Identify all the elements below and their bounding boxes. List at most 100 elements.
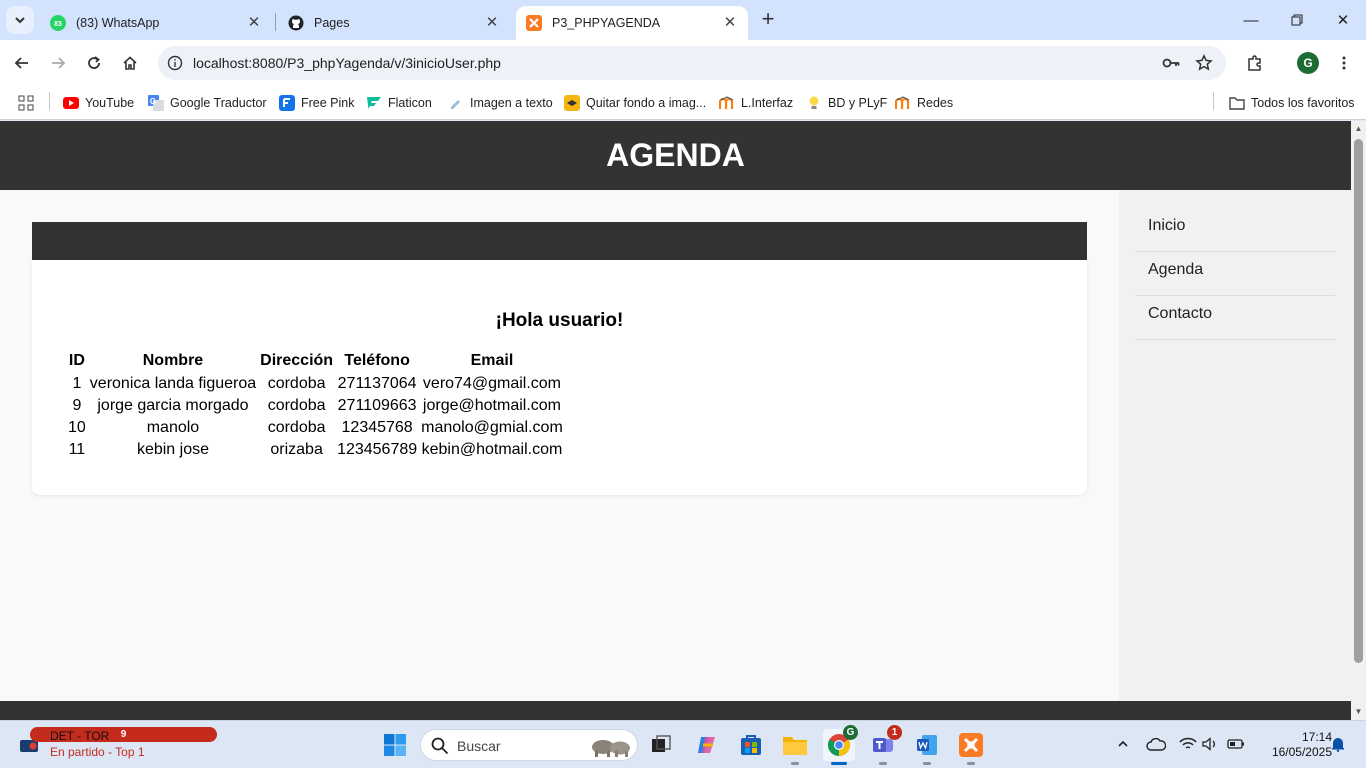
bookmark-label: BD y PLyF xyxy=(828,96,888,110)
notifications-button[interactable] xyxy=(1327,733,1349,755)
clock-date: 16/05/2025 xyxy=(1271,745,1332,759)
cell-telefono: 12345768 xyxy=(341,419,413,436)
microsoft-store-button[interactable] xyxy=(735,729,767,761)
password-key-icon[interactable] xyxy=(1161,53,1181,73)
page-scrollbar[interactable]: ▲ ▼ xyxy=(1351,121,1366,720)
start-button[interactable] xyxy=(379,729,411,761)
tab-whatsapp[interactable]: 83 (83) WhatsApp ✕ xyxy=(40,6,272,40)
teams-button[interactable]: 1 xyxy=(867,725,902,765)
bookmark-quitar-fondo[interactable]: Quitar fondo a imag... xyxy=(564,92,706,114)
bookmark-label: Flaticon xyxy=(388,96,432,110)
tab-pages[interactable]: Pages ✕ xyxy=(278,6,510,40)
extensions-button[interactable] xyxy=(1241,49,1269,77)
scroll-down-arrow-icon[interactable]: ▼ xyxy=(1354,707,1363,717)
bookmark-bd-y-plyf[interactable]: BD y PLyF xyxy=(806,92,887,114)
puzzle-icon xyxy=(1248,55,1261,71)
sidebar-item-inicio[interactable]: Inicio xyxy=(1135,207,1335,252)
forward-button[interactable] xyxy=(44,49,72,77)
tab-title: (83) WhatsApp xyxy=(76,16,160,30)
arrow-left-icon xyxy=(14,57,28,69)
cell-email: vero74@gmail.com xyxy=(422,375,561,392)
bookmark-l-interfaz[interactable]: L.Interfaz xyxy=(719,92,793,114)
widget-title: DET - TOR xyxy=(50,729,110,743)
scroll-up-arrow-icon[interactable]: ▲ xyxy=(1354,124,1363,134)
site-header: AGENDA xyxy=(0,121,1351,190)
close-icon[interactable]: ✕ xyxy=(722,15,738,31)
battery-button[interactable] xyxy=(1225,733,1247,755)
bookmark-flaticon[interactable]: Flaticon xyxy=(366,92,432,114)
cell-telefono: 271137064 xyxy=(337,375,417,392)
apps-button[interactable] xyxy=(18,92,40,114)
file-explorer-button[interactable] xyxy=(779,729,811,765)
home-icon xyxy=(123,56,137,70)
menu-button[interactable] xyxy=(1330,49,1358,77)
bookmark-star-icon[interactable] xyxy=(1194,53,1214,73)
page-viewport: AGENDA ¡Hola usuario! ID Nombre Direcció… xyxy=(0,121,1351,720)
browser-toolbar: localhost:8080/P3_phpYagenda/v/3inicioUs… xyxy=(0,40,1366,86)
chrome-button[interactable]: G xyxy=(823,725,858,765)
battery-icon xyxy=(1227,739,1244,749)
restore-icon xyxy=(1291,14,1303,26)
clock-button[interactable]: 17:14 16/05/2025 xyxy=(1252,730,1332,760)
wifi-icon xyxy=(1179,737,1197,749)
url-text: localhost:8080/P3_phpYagenda/v/3inicioUs… xyxy=(193,55,501,71)
copilot-button[interactable] xyxy=(691,729,723,761)
all-bookmarks-button[interactable]: Todos los favoritos xyxy=(1229,92,1355,114)
widgets-button[interactable]: 9 DET - TOR En partido - Top 1 xyxy=(14,727,217,763)
sidebar-item-contacto[interactable]: Contacto xyxy=(1135,295,1335,340)
bookmark-google-traductor[interactable]: G Google Traductor xyxy=(148,92,267,114)
running-indicator xyxy=(967,762,975,765)
restore-button[interactable] xyxy=(1274,0,1320,40)
bookmark-label: Quitar fondo a imag... xyxy=(586,96,707,110)
volume-button[interactable] xyxy=(1199,733,1221,755)
onedrive-button[interactable] xyxy=(1145,733,1167,755)
profile-avatar[interactable]: G xyxy=(1297,52,1319,74)
image-to-text-icon xyxy=(448,95,464,111)
close-window-button[interactable]: ✕ xyxy=(1320,0,1366,40)
elephants-highlight-icon xyxy=(592,740,630,757)
word-button[interactable] xyxy=(911,729,943,765)
new-tab-button[interactable]: + xyxy=(756,8,780,32)
taskbar-search-input[interactable]: Buscar xyxy=(420,729,638,761)
minimize-button[interactable]: — xyxy=(1228,0,1274,40)
address-bar[interactable]: localhost:8080/P3_phpYagenda/v/3inicioUs… xyxy=(158,46,1226,80)
back-button[interactable] xyxy=(8,49,36,77)
task-view-button[interactable] xyxy=(645,729,677,761)
bookmark-imagen-a-texto[interactable]: Imagen a texto xyxy=(448,92,553,114)
bookmark-youtube[interactable]: YouTube xyxy=(63,92,134,114)
bookmark-redes[interactable]: Redes xyxy=(895,92,953,114)
wifi-button[interactable] xyxy=(1177,733,1199,755)
bookmark-label: Redes xyxy=(917,96,954,110)
bookmark-label: Google Traductor xyxy=(170,96,267,110)
tab-search-button[interactable] xyxy=(6,6,34,34)
github-icon xyxy=(288,15,304,31)
reload-button[interactable] xyxy=(80,49,108,77)
moodle-icon xyxy=(895,95,911,111)
show-hidden-icons-button[interactable] xyxy=(1112,733,1134,755)
moodle-icon xyxy=(719,95,735,111)
bookmark-free-pink[interactable]: Free Pink xyxy=(279,92,355,114)
bookmark-separator xyxy=(1213,92,1214,110)
sidebar-item-agenda[interactable]: Agenda xyxy=(1135,251,1335,296)
scrollbar-thumb[interactable] xyxy=(1354,139,1363,663)
flaticon-icon xyxy=(366,95,382,111)
xampp-button[interactable] xyxy=(955,729,987,765)
google-translate-icon: G xyxy=(148,95,164,111)
close-icon[interactable]: ✕ xyxy=(484,15,500,31)
notification-badge: 1 xyxy=(887,725,902,740)
tab-agenda[interactable]: P3_PHPYAGENDA ✕ xyxy=(516,6,748,40)
tab-title: P3_PHPYAGENDA xyxy=(552,16,661,30)
close-icon[interactable]: ✕ xyxy=(246,15,262,31)
cell-telefono: 271109663 xyxy=(337,397,417,414)
home-button[interactable] xyxy=(116,49,144,77)
word-icon xyxy=(917,735,937,755)
profile-badge: G xyxy=(843,725,858,740)
cell-nombre: veronica landa figueroa xyxy=(89,375,257,392)
cell-email: kebin@hotmail.com xyxy=(421,441,563,458)
reload-icon xyxy=(88,56,100,69)
table-row: 9 jorge garcia morgado cordoba 271109663… xyxy=(67,395,564,417)
xampp-icon xyxy=(526,15,542,31)
site-info-icon[interactable] xyxy=(166,54,184,72)
speaker-icon xyxy=(1202,737,1215,751)
folder-icon xyxy=(1229,95,1245,111)
